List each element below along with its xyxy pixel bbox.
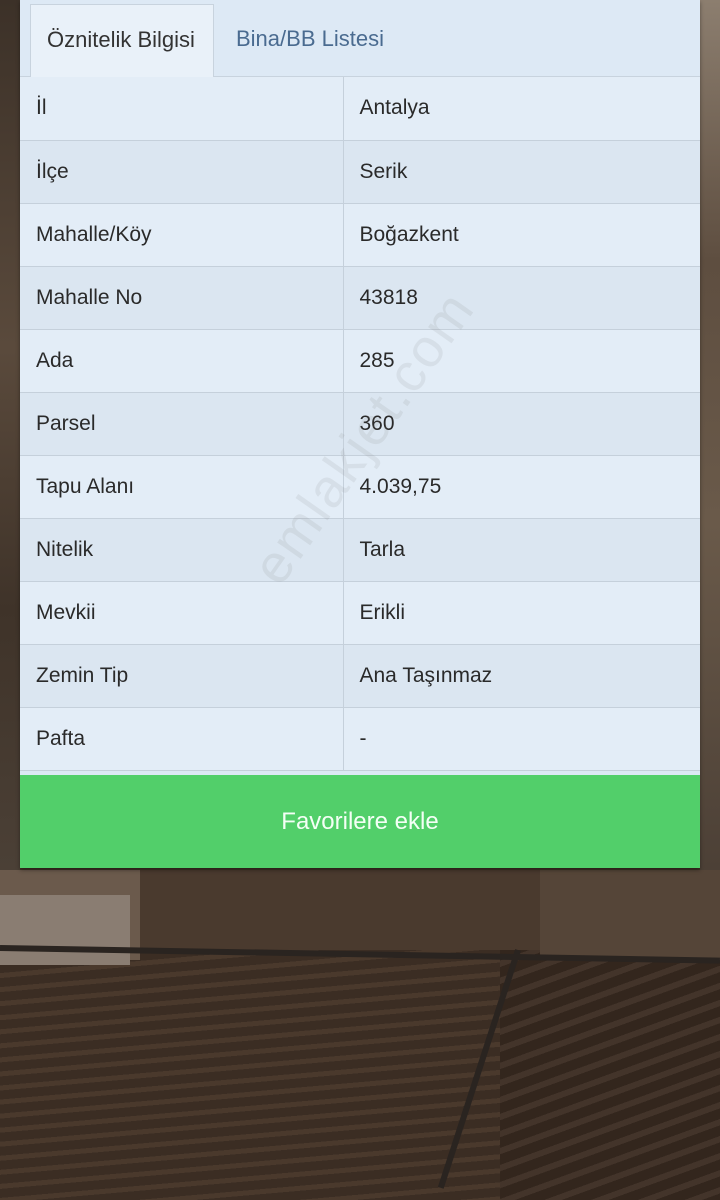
table-row: Pafta - bbox=[20, 707, 700, 771]
attribute-table: İl Antalya İlçe Serik Mahalle/Köy Boğazkent Ma… bbox=[20, 77, 700, 771]
attribute-label: İl bbox=[20, 77, 344, 141]
attribute-label: Nitelik bbox=[20, 518, 344, 582]
attribute-label: Mahalle/Köy bbox=[20, 203, 344, 267]
attribute-label: Pafta bbox=[20, 707, 344, 771]
attribute-value: Serik bbox=[343, 140, 700, 204]
map-edge bbox=[700, 0, 720, 870]
attribute-value: 285 bbox=[343, 329, 700, 393]
map-edge bbox=[0, 0, 20, 870]
map-field bbox=[500, 950, 720, 1200]
attribute-value: Erikli bbox=[343, 581, 700, 645]
attribute-label: Mevkii bbox=[20, 581, 344, 645]
table-row: İl Antalya bbox=[20, 77, 700, 141]
map-field bbox=[0, 950, 520, 1200]
attribute-value: Tarla bbox=[343, 518, 700, 582]
table-row: Tapu Alanı 4.039,75 bbox=[20, 455, 700, 519]
table-row: Mahalle/Köy Boğazkent bbox=[20, 203, 700, 267]
table-row: Mahalle No 43818 bbox=[20, 266, 700, 330]
attribute-label: Mahalle No bbox=[20, 266, 344, 330]
attribute-value: Ana Taşınmaz bbox=[343, 644, 700, 708]
tab-bar: Öznitelik Bilgisi Bina/BB Listesi bbox=[20, 0, 700, 77]
attribute-value: - bbox=[343, 707, 700, 771]
attribute-label: Zemin Tip bbox=[20, 644, 344, 708]
attribute-value: 360 bbox=[343, 392, 700, 456]
table-row: Zemin Tip Ana Taşınmaz bbox=[20, 644, 700, 708]
tab-attribute-info[interactable]: Öznitelik Bilgisi bbox=[30, 4, 214, 77]
table-row: Nitelik Tarla bbox=[20, 518, 700, 582]
parcel-info-panel: Öznitelik Bilgisi Bina/BB Listesi İl Anta… bbox=[20, 0, 700, 868]
map-field bbox=[0, 895, 130, 965]
tab-building-list[interactable]: Bina/BB Listesi bbox=[220, 4, 420, 76]
table-row: Parsel 360 bbox=[20, 392, 700, 456]
attribute-label: Ada bbox=[20, 329, 344, 393]
attribute-value: 43818 bbox=[343, 266, 700, 330]
add-to-favorites-button[interactable]: Favorilere ekle bbox=[20, 775, 700, 868]
attribute-value: Boğazkent bbox=[343, 203, 700, 267]
map-field bbox=[140, 870, 540, 950]
attribute-label: Tapu Alanı bbox=[20, 455, 344, 519]
attribute-label: Parsel bbox=[20, 392, 344, 456]
table-row: Mevkii Erikli bbox=[20, 581, 700, 645]
map-field bbox=[540, 870, 720, 960]
table-row: İlçe Serik bbox=[20, 140, 700, 204]
table-row: Ada 285 bbox=[20, 329, 700, 393]
attribute-value: 4.039,75 bbox=[343, 455, 700, 519]
attribute-value: Antalya bbox=[343, 77, 700, 141]
attribute-label: İlçe bbox=[20, 140, 344, 204]
